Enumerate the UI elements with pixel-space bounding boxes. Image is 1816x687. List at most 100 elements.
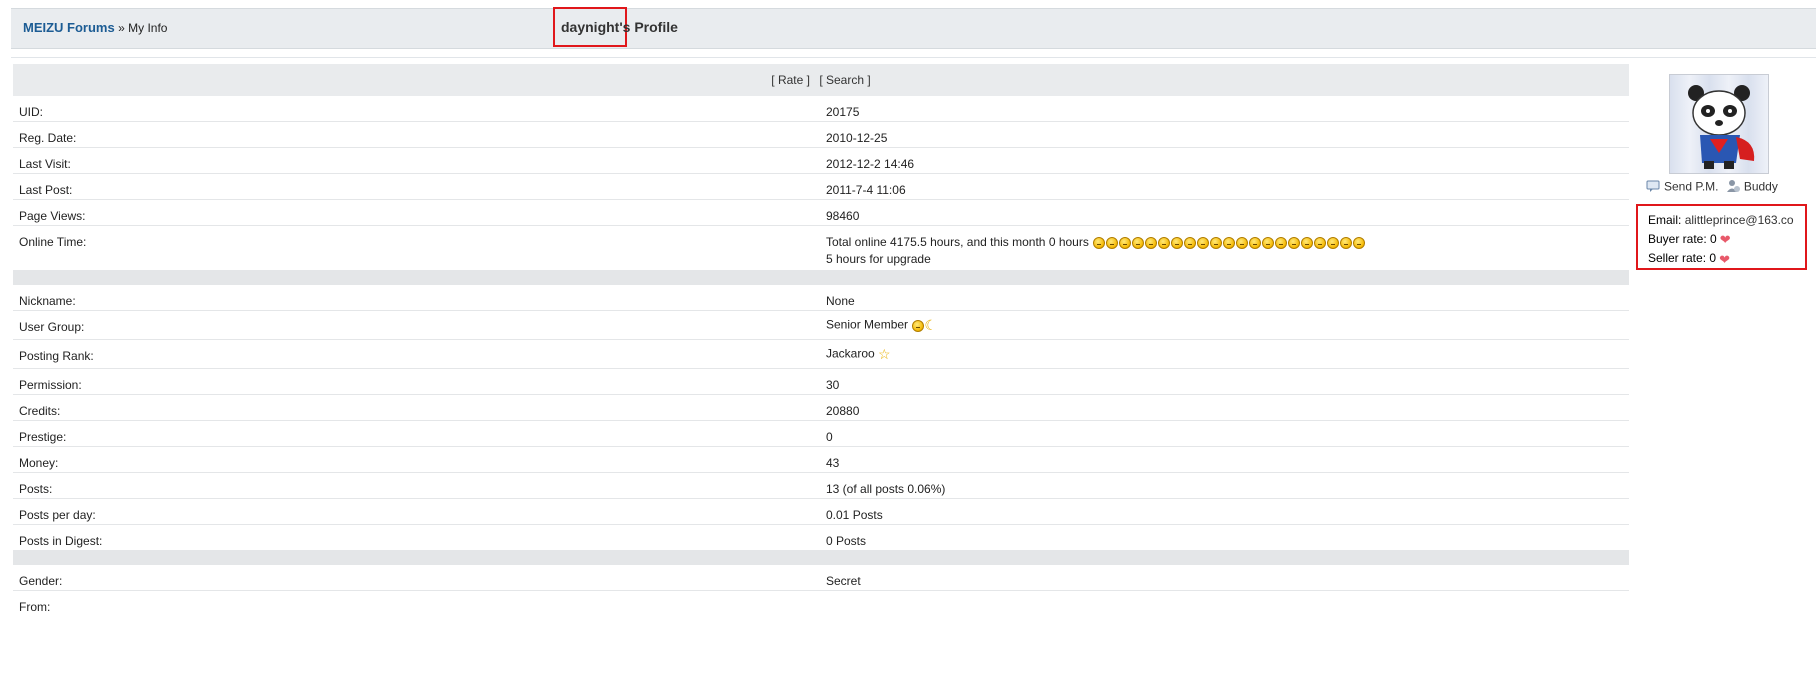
email-line: Email: alittleprince@163.co (1648, 211, 1805, 230)
row-label: Reg. Date: (19, 131, 77, 145)
online-time-icons (1092, 235, 1366, 249)
row-label: Prestige: (19, 430, 67, 444)
moon-icon: ☾ (924, 317, 937, 333)
row-value: 43 (826, 456, 840, 470)
email-value[interactable]: alittleprince@163.co (1685, 213, 1794, 227)
row-label: From: (19, 600, 51, 614)
row-value: 13 (of all posts 0.06%) (826, 482, 946, 496)
smiley-icon (1210, 236, 1223, 249)
smiley-icon (1340, 236, 1353, 249)
row-label: Posts per day: (19, 508, 96, 522)
smiley-icon (1132, 236, 1145, 249)
smiley-icon (1275, 236, 1288, 249)
breadcrumb-forum-link[interactable]: MEIZU Forums (23, 20, 115, 35)
buddy-link[interactable]: Buddy (1744, 180, 1778, 194)
row-label: Posts in Digest: (19, 534, 103, 548)
row-label: Money: (19, 456, 59, 470)
row-value: Total online 4175.5 hours, and this mont… (826, 235, 1366, 249)
info-row-prestige: Prestige: 0 (13, 421, 1629, 447)
info-row-posts: Posts: 13 (of all posts 0.06%) (13, 473, 1629, 499)
section-divider (13, 551, 1629, 565)
row-value: 2010-12-25 (826, 131, 888, 145)
row-value: 98460 (826, 209, 860, 223)
smiley-icon (1301, 236, 1314, 249)
info-row-from: From: (13, 591, 1629, 616)
info-row-posts-per-day: Posts per day: 0.01 Posts (13, 499, 1629, 525)
row-value: 20175 (826, 105, 860, 119)
breadcrumb-separator: » (118, 21, 125, 35)
row-value: 0.01 Posts (826, 508, 883, 522)
page-header: MEIZU Forums » My Info (11, 8, 1816, 49)
info-row-user-group: User Group: Senior Member ☾ (13, 311, 1629, 340)
row-label: Page Views: (19, 209, 86, 223)
row-label: User Group: (19, 320, 85, 334)
info-row-online-time: Online Time: Total online 4175.5 hours, … (13, 226, 1629, 271)
profile-actions-bar: [ Rate ] [ Search ] (13, 64, 1629, 96)
info-row-gender: Gender: Secret (13, 565, 1629, 591)
info-row-permission: Permission: 30 (13, 369, 1629, 395)
smiley-icon (1197, 236, 1210, 249)
row-value: 20880 (826, 404, 860, 418)
posting-rank-text: Jackaroo (826, 346, 875, 361)
row-label: Posts: (19, 482, 53, 496)
info-row-last-post: Last Post: 2011-7-4 11:06 (13, 174, 1629, 200)
smiley-icon (1288, 236, 1301, 249)
row-value: Jackaroo ☆ (826, 346, 891, 363)
message-icon (1646, 180, 1660, 195)
online-time-text: Total online 4175.5 hours, and this mont… (826, 235, 1089, 249)
smiley-icon (1249, 236, 1262, 249)
row-label: Last Visit: (19, 157, 71, 171)
page-title: daynight's Profile (561, 19, 678, 35)
smiley-icon (1106, 236, 1119, 249)
smiley-icon (1093, 236, 1106, 249)
buddy-icon (1726, 179, 1740, 196)
upgrade-text: 5 hours for upgrade (826, 252, 931, 266)
buyer-rate-line: Buyer rate: 0 ❤ (1648, 230, 1805, 249)
contact-info-box: Email: alittleprince@163.co Buyer rate: … (1636, 204, 1807, 270)
info-row-posts-in-digest: Posts in Digest: 0 Posts (13, 525, 1629, 551)
smiley-icon (1171, 236, 1184, 249)
buyer-rate-value: 0 (1710, 232, 1717, 246)
panda-avatar-icon (1669, 74, 1769, 174)
buyer-rate-label: Buyer rate: (1648, 232, 1707, 246)
row-label: UID: (19, 105, 43, 119)
smiley-icon (1353, 236, 1366, 249)
user-group-text: Senior Member (826, 317, 909, 332)
divider (11, 57, 1816, 58)
info-row-credits: Credits: 20880 (13, 395, 1629, 421)
info-row-uid: UID: 20175 (13, 96, 1629, 122)
rate-link[interactable]: [ Rate ] (771, 73, 810, 87)
heart-icon: ❤ (1719, 232, 1731, 248)
info-row-page-views: Page Views: 98460 (13, 200, 1629, 226)
row-value: Secret (826, 574, 861, 588)
seller-rate-line: Seller rate: 0 ❤ (1648, 249, 1805, 268)
row-label: Last Post: (19, 183, 73, 197)
profile-table: [ Rate ] [ Search ] UID: 20175 Reg. Date… (13, 64, 1629, 616)
smiley-icon (1145, 236, 1158, 249)
row-value: 30 (826, 378, 840, 392)
row-label: Nickname: (19, 294, 76, 308)
smiley-icon (1327, 236, 1340, 249)
info-row-nickname: Nickname: None (13, 285, 1629, 311)
smiley-icon (1262, 236, 1275, 249)
hearts-icon: ❤ (1719, 251, 1730, 267)
smiley-icon (1158, 236, 1171, 249)
row-value: 2011-7-4 11:06 (826, 183, 906, 197)
info-row-reg-date: Reg. Date: 2010-12-25 (13, 122, 1629, 148)
breadcrumb: MEIZU Forums » My Info (23, 20, 167, 35)
row-label: Permission: (19, 378, 82, 392)
search-link[interactable]: [ Search ] (819, 73, 870, 87)
row-value: 0 Posts (826, 534, 867, 548)
seller-rate-label: Seller rate: (1648, 251, 1707, 266)
row-label: Credits: (19, 404, 61, 418)
smiley-icon (1314, 236, 1327, 249)
send-pm-link[interactable]: Send P.M. (1664, 180, 1718, 194)
info-row-money: Money: 43 (13, 447, 1629, 473)
email-label: Email: (1648, 213, 1682, 227)
smiley-icon (1184, 236, 1197, 249)
row-label: Gender: (19, 574, 63, 588)
smiley-icon (1223, 236, 1236, 249)
section-divider (13, 271, 1629, 285)
smiley-icon (1119, 236, 1132, 249)
info-row-last-visit: Last Visit: 2012-12-2 14:46 (13, 148, 1629, 174)
